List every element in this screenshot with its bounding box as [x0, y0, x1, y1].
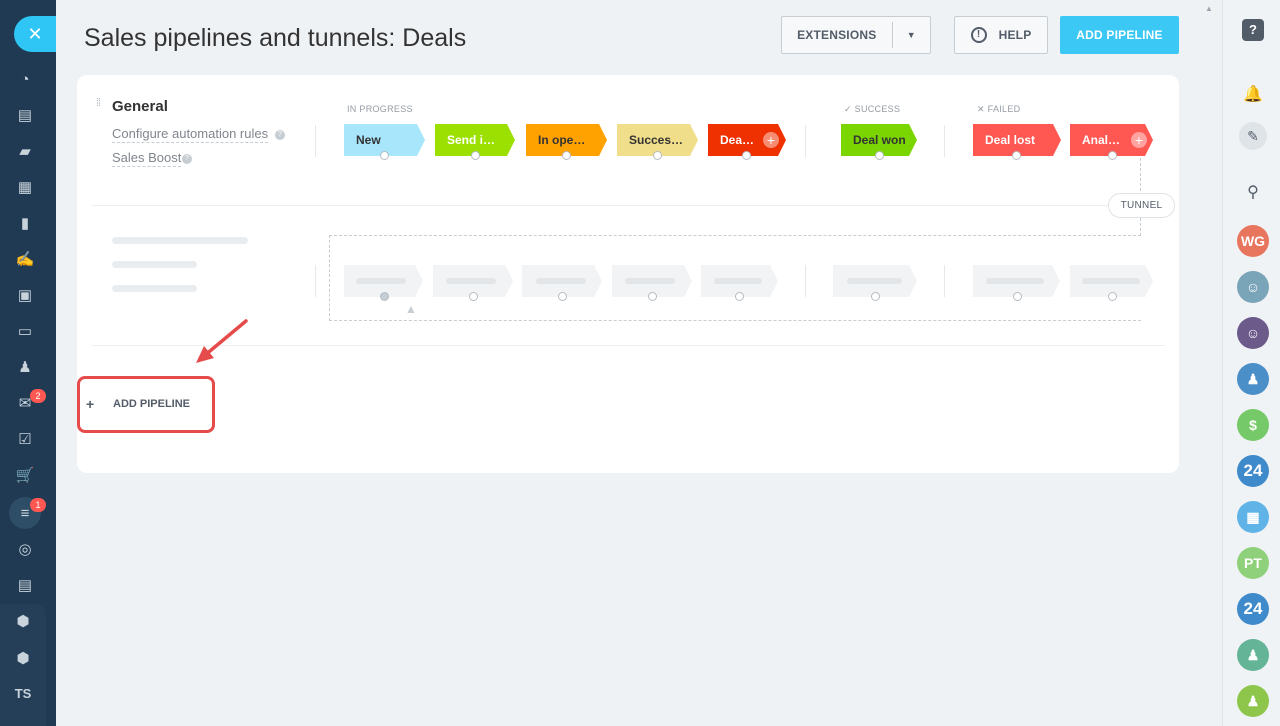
- help-icon: !: [970, 27, 987, 43]
- extensions-button[interactable]: EXTENSIONS ▼: [781, 16, 931, 54]
- mail-badge: 2: [30, 389, 46, 403]
- group-chat-icon[interactable]: ♟: [1237, 685, 1269, 717]
- chat-icon[interactable]: ✎: [1237, 120, 1269, 152]
- bell-icon[interactable]: 🔔: [1237, 78, 1269, 110]
- cube-icon[interactable]: ⬢: [10, 645, 36, 671]
- feed-icon[interactable]: ▤: [12, 102, 38, 128]
- right-sidebar: ? 🔔 ✎ ⚲ WG ☺ ☺ ♟ $ 24 ▦ PT 24 ♟ ♟: [1222, 0, 1280, 726]
- add-stage-icon[interactable]: +: [1131, 132, 1147, 148]
- sign-icon[interactable]: ✍: [12, 246, 38, 272]
- b24-icon[interactable]: 24: [1237, 455, 1269, 487]
- arrow-up-icon: ▲: [405, 302, 417, 316]
- documents-icon[interactable]: ▮: [12, 210, 38, 236]
- add-stage-icon[interactable]: +: [763, 132, 779, 148]
- left-sidebar: ✕ ◔ ▤ ▰ ▦ ▮ ✍ ▣ ▭ ♟ ✉ 2 ☑ 🛒 ≡ 1 ◎ ▤ ⬢ ⬢ …: [0, 0, 56, 726]
- search-icon[interactable]: ⚲: [1237, 176, 1269, 208]
- activity-stream-icon[interactable]: ◔: [12, 66, 38, 92]
- question-icon[interactable]: ?: [182, 154, 192, 164]
- group-chat-icon[interactable]: ♟: [1237, 639, 1269, 671]
- tunnel-button[interactable]: TUNNEL: [1108, 193, 1175, 218]
- drag-handle-icon[interactable]: ⁞⁞: [96, 98, 104, 109]
- tunnel-connector[interactable]: [653, 151, 662, 160]
- placeholder-bar: [112, 261, 197, 268]
- ts-label[interactable]: TS: [0, 686, 46, 701]
- annotation-arrow: [196, 319, 248, 363]
- avatar-wg[interactable]: WG: [1237, 225, 1269, 257]
- tunnel-connector[interactable]: [1012, 151, 1021, 160]
- b24-icon[interactable]: 24: [1237, 593, 1269, 625]
- highlight-box: [77, 376, 215, 433]
- chevron-down-icon[interactable]: ▼: [893, 30, 931, 40]
- pipeline-name[interactable]: General: [112, 98, 168, 115]
- shop-icon[interactable]: 🛒: [12, 462, 38, 488]
- tunnel-connector[interactable]: [562, 151, 571, 160]
- avatar[interactable]: ☺: [1237, 317, 1269, 349]
- placeholder-bar: [112, 237, 248, 244]
- tasks-icon[interactable]: ☑: [12, 426, 38, 452]
- group-label-success: ✓ SUCCESS: [844, 104, 901, 114]
- contacts-icon[interactable]: ♟: [12, 354, 38, 380]
- money-chat-icon[interactable]: $: [1237, 409, 1269, 441]
- group-label-in-progress: IN PROGRESS: [347, 104, 413, 114]
- page-title: Sales pipelines and tunnels: Deals: [84, 24, 467, 52]
- group-label-failed: ✕ FAILED: [977, 104, 1021, 114]
- help-icon[interactable]: ?: [1237, 14, 1269, 46]
- tunnel-connector[interactable]: [875, 151, 884, 160]
- calendar-icon[interactable]: ▦: [12, 174, 38, 200]
- avatar[interactable]: ☺: [1237, 271, 1269, 303]
- tunnel-connector[interactable]: [380, 151, 389, 160]
- close-icon[interactable]: ✕: [14, 16, 56, 52]
- tunnel-connector[interactable]: [1108, 151, 1117, 160]
- question-icon[interactable]: ?: [275, 130, 285, 140]
- check-icon: ✓: [844, 104, 855, 114]
- cube-icon[interactable]: ⬢: [10, 608, 36, 634]
- tunnel-connector[interactable]: [471, 151, 480, 160]
- calendar-chat-icon[interactable]: ▦: [1237, 501, 1269, 533]
- chat-icon[interactable]: ▰: [12, 138, 38, 164]
- crm-badge: 1: [30, 498, 46, 512]
- add-pipeline-button[interactable]: ADD PIPELINE: [1060, 16, 1179, 54]
- scroll-up-icon[interactable]: ▲: [1205, 4, 1213, 13]
- robot-icon[interactable]: ▣: [12, 282, 38, 308]
- help-button[interactable]: ! HELP: [954, 16, 1048, 54]
- drive-icon[interactable]: ▭: [12, 318, 38, 344]
- avatar-pt[interactable]: PT: [1237, 547, 1269, 579]
- tunnel-connector[interactable]: [742, 151, 751, 160]
- group-chat-icon[interactable]: ♟: [1237, 363, 1269, 395]
- cross-icon: ✕: [977, 104, 988, 114]
- card-icon[interactable]: ▤: [12, 572, 38, 598]
- placeholder-bar: [112, 285, 197, 292]
- sales-boost-link[interactable]: Sales Boost: [112, 150, 182, 167]
- target-icon[interactable]: ◎: [12, 536, 38, 562]
- automation-rules-link[interactable]: Configure automation rules: [112, 126, 269, 143]
